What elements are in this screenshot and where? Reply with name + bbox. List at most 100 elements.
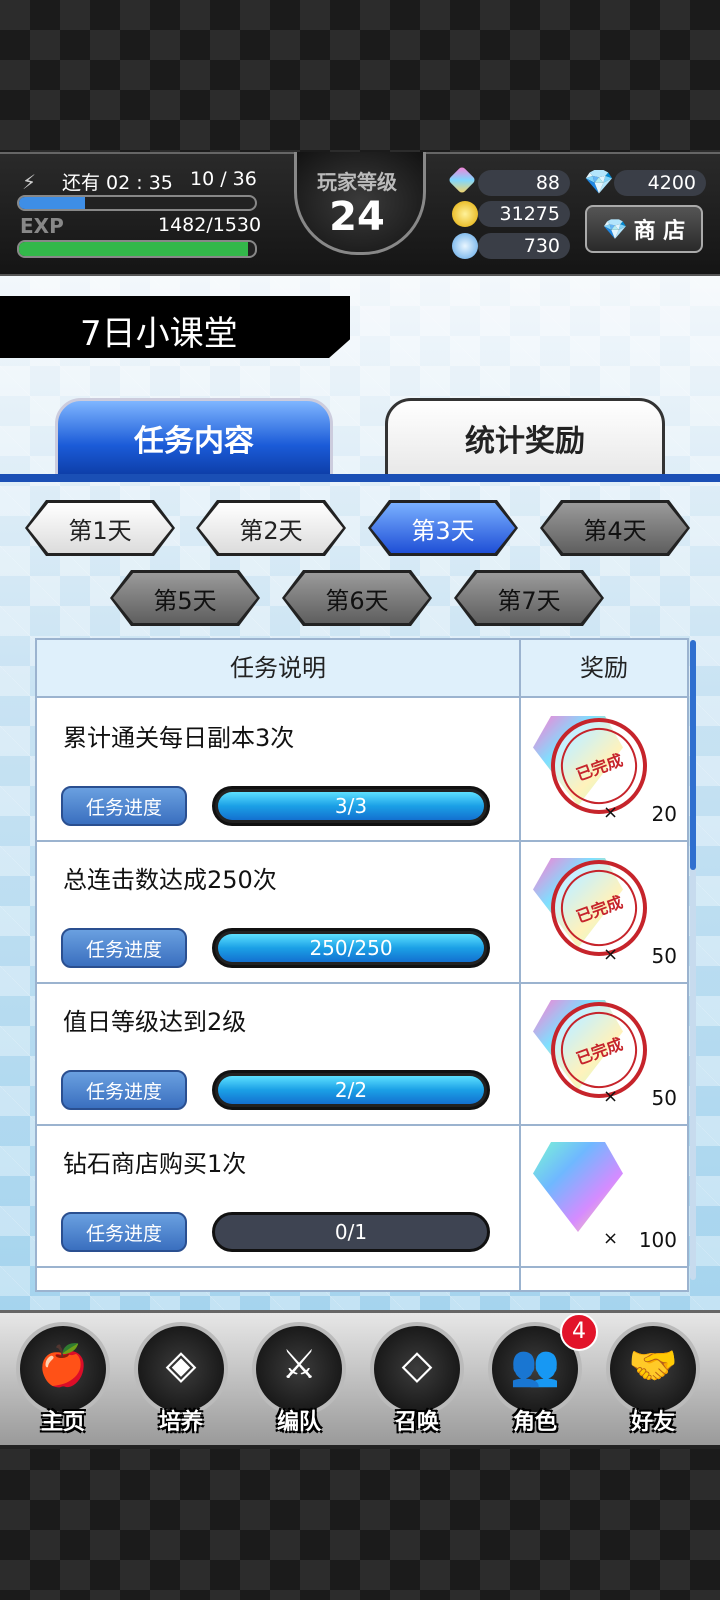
nav-home-label: 主页	[40, 1410, 85, 1435]
progress-bar: 2/2	[212, 1070, 490, 1110]
nav-friends-label: 好友	[630, 1410, 675, 1435]
nav-character-label: 角色	[512, 1410, 557, 1435]
day-tab[interactable]: 第7天	[454, 570, 604, 626]
reward-cell: 已完成 × 50	[521, 982, 687, 1124]
reward-cell: × 100	[521, 1124, 687, 1266]
gold-icon	[452, 201, 478, 227]
reward-quantity: 100	[638, 1228, 677, 1252]
level-value: 24	[329, 194, 385, 240]
exp-label: EXP	[20, 214, 64, 238]
day-tab-label: 第3天	[371, 503, 515, 553]
day-tab[interactable]: 第4天	[540, 500, 690, 556]
reward-cell: 已完成 × 20	[521, 698, 687, 840]
day-tab[interactable]: 第3天	[368, 500, 518, 556]
task-description: 值日等级达到2级	[63, 1008, 247, 1036]
level-label: 玩家等级	[317, 170, 397, 194]
orb-icon	[452, 233, 478, 259]
shop-button[interactable]: 💎 商 店	[585, 205, 703, 253]
scrollbar-thumb[interactable]	[690, 640, 696, 870]
stamina-icon: ⚡	[22, 170, 37, 194]
gem-icon: 💎	[584, 168, 614, 196]
table-row: 总连击数达成250次任务进度 250/250 已完成 × 50	[37, 840, 687, 984]
task-table: 任务说明 奖励 累计通关每日副本3次 任务进度 3/3 已完成 × 20 总连击数达成250…	[35, 638, 689, 1292]
day-tab-label: 第5天	[113, 573, 257, 623]
player-level-emblem[interactable]: 玩家等级 24	[282, 152, 432, 262]
notification-badge: 4	[560, 1313, 598, 1351]
column-header-reward: 奖励	[580, 654, 628, 682]
times-sign: ×	[603, 1086, 619, 1107]
reward-cell: 已完成 × 50	[521, 840, 687, 982]
day-tab-label: 第6天	[285, 573, 429, 623]
nav-team-label: 编队	[276, 1410, 321, 1435]
progress-text: 3/3	[334, 794, 368, 818]
progress-text: 0/1	[334, 1220, 368, 1244]
day-tab-label: 第1天	[28, 503, 172, 553]
table-row: 累计通关每日副本3次任务进度 3/3 已完成 × 20	[37, 698, 687, 842]
tab-underline	[0, 474, 720, 482]
shop-label: 商 店	[633, 219, 686, 244]
progress-text: 250/250	[309, 936, 393, 960]
stamina-bar	[17, 195, 257, 211]
completed-stamp-text: 已完成	[550, 1001, 648, 1099]
day-tab[interactable]: 第2天	[196, 500, 346, 556]
progress-bar: 250/250	[212, 928, 490, 968]
progress-bar: 0/1	[212, 1212, 490, 1252]
progress-text: 2/2	[334, 1078, 368, 1102]
crystal-count: 88	[478, 170, 570, 196]
completed-stamp: 已完成	[550, 859, 648, 957]
reward-quantity: 50	[651, 1086, 677, 1110]
nav-friends[interactable]: 🤝 好友	[598, 1318, 708, 1440]
gold-count: 31275	[478, 201, 570, 227]
task-description: 总连击数达成250次	[63, 866, 277, 894]
nav-summon[interactable]: ◇ 召唤	[362, 1318, 472, 1440]
completed-stamp: 已完成	[550, 717, 648, 815]
reward-quantity: 20	[651, 802, 677, 826]
completed-stamp-text: 已完成	[550, 717, 648, 815]
nav-summon-label: 召唤	[394, 1410, 439, 1435]
handshake-icon: 🤝	[628, 1343, 678, 1389]
task-progress-button[interactable]: 任务进度	[61, 1070, 187, 1110]
tab-stats[interactable]: 统计奖励	[385, 398, 665, 478]
task-progress-button[interactable]: 任务进度	[61, 1212, 187, 1252]
stamina-timer: 还有 02 : 35	[62, 172, 173, 194]
column-header-task: 任务说明	[230, 654, 326, 682]
nav-home[interactable]: 🍎 主页	[8, 1318, 118, 1440]
diamond-icon: 💎	[602, 217, 628, 241]
completed-stamp-text: 已完成	[550, 859, 648, 957]
task-description: 钻石商店购买1次	[63, 1150, 247, 1178]
exp-value: 1482/1530	[158, 214, 262, 236]
reward-quantity: 50	[651, 944, 677, 968]
swords-icon: ⚔	[281, 1342, 317, 1388]
task-description: 累计通关每日副本3次	[63, 724, 295, 752]
times-sign: ×	[603, 802, 619, 823]
times-sign: ×	[603, 944, 619, 965]
nav-team[interactable]: ⚔ 编队	[244, 1318, 354, 1440]
table-row: 值日等级达到2级任务进度 2/2 已完成 × 50	[37, 982, 687, 1126]
table-header: 任务说明 奖励	[37, 640, 687, 698]
task-progress-button[interactable]: 任务进度	[61, 928, 187, 968]
task-progress-button[interactable]: 任务进度	[61, 786, 187, 826]
nav-train-label: 培养	[158, 1410, 203, 1435]
progress-bar: 3/3	[212, 786, 490, 826]
exp-bar	[17, 240, 257, 258]
page-title: 7日小课堂	[80, 314, 238, 354]
apple-icon: 🍎	[38, 1343, 88, 1389]
tab-tasks[interactable]: 任务内容	[55, 398, 333, 478]
orb-count: 730	[478, 233, 570, 259]
diamond-icon	[533, 1142, 623, 1232]
times-sign: ×	[603, 1228, 619, 1249]
day-tab[interactable]: 第1天	[25, 500, 175, 556]
gem-count: 4200	[614, 170, 706, 196]
day-tab[interactable]: 第5天	[110, 570, 260, 626]
table-row: 钻石商店购买1次任务进度 0/1 × 100	[37, 1124, 687, 1268]
diamond-icon: ◇	[401, 1342, 433, 1388]
day-tab-label: 第4天	[543, 503, 687, 553]
day-tab[interactable]: 第6天	[282, 570, 432, 626]
completed-stamp: 已完成	[550, 1001, 648, 1099]
stamina-value: 10 / 36	[190, 168, 257, 190]
day-tab-label: 第7天	[457, 573, 601, 623]
page-title-banner: 7日小课堂	[0, 296, 350, 358]
nav-train[interactable]: ◈ 培养	[126, 1318, 236, 1440]
day-tab-label: 第2天	[199, 503, 343, 553]
gems-icon: ◈	[165, 1342, 197, 1388]
